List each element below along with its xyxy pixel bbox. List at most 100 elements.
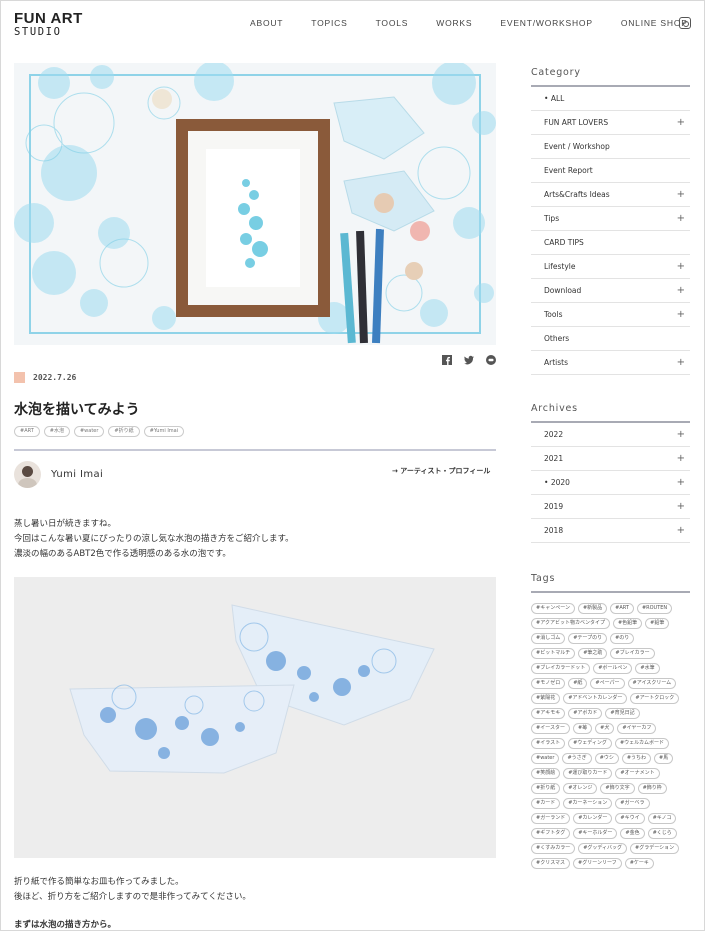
category-item[interactable]: FUN ART LOVERS +	[531, 111, 690, 135]
nav-event-workshop[interactable]: EVENT/WORKSHOP	[500, 18, 592, 28]
tag-chip[interactable]: #クリスマス	[531, 858, 571, 869]
archive-item[interactable]: 2022 +	[531, 423, 690, 447]
tag-chip[interactable]: #ペーパー	[590, 678, 625, 689]
tag-chip[interactable]: #笑顔絵	[531, 768, 561, 779]
tag-chip[interactable]: #カレンダー	[573, 813, 613, 824]
tag-chip[interactable]: #ブレイカラードット	[531, 663, 591, 674]
nav-about[interactable]: ABOUT	[250, 18, 283, 28]
tag-chip[interactable]: #イラスト	[531, 738, 566, 749]
tag-chip[interactable]: #苺	[572, 723, 593, 734]
tag-chip[interactable]: #水筆	[635, 663, 660, 674]
tag-chip[interactable]: #カーネーション	[563, 798, 613, 809]
post-tag[interactable]: #Yumi Imai	[143, 426, 185, 437]
tag-chip[interactable]: #アボカド	[568, 708, 603, 719]
expand-icon[interactable]: +	[677, 477, 685, 488]
tag-chip[interactable]: #アクアビット物カベンタイプ	[531, 618, 610, 629]
tag-chip[interactable]: #モノゼロ	[531, 678, 566, 689]
tag-chip[interactable]: #ボールペン	[593, 663, 633, 674]
tag-chip[interactable]: #くすみカラー	[531, 843, 576, 854]
tag-chip[interactable]: #ピットマルチ	[531, 648, 576, 659]
post-tag[interactable]: #水泡	[43, 426, 70, 437]
tag-chip[interactable]: #グリーンリーフ	[573, 858, 622, 869]
tag-chip[interactable]: #イースター	[531, 723, 570, 734]
tag-chip[interactable]: #キャンペーン	[531, 603, 575, 614]
tag-chip[interactable]: #オーナメント	[615, 768, 660, 779]
expand-icon[interactable]: +	[677, 429, 685, 440]
category-item[interactable]: Others	[531, 327, 690, 351]
tag-chip[interactable]: #アイスクリーム	[627, 678, 677, 689]
tag-chip[interactable]: #ウェルカムボード	[614, 738, 669, 749]
tag-chip[interactable]: #育児日記	[605, 708, 640, 719]
tag-chip[interactable]: #アートクロック	[630, 693, 680, 704]
tag-chip[interactable]: #グラデーション	[630, 843, 680, 854]
tag-chip[interactable]: #カード	[531, 798, 561, 809]
tag-chip[interactable]: #くじら	[647, 828, 677, 839]
tag-chip[interactable]: #イヤーカフ	[617, 723, 657, 734]
tag-chip[interactable]: #金色	[620, 828, 645, 839]
tag-chip[interactable]: #ギフトタグ	[531, 828, 571, 839]
nav-online-shop[interactable]: ONLINE SHOP	[621, 18, 688, 28]
tag-chip[interactable]: #飾り文字	[600, 783, 635, 794]
category-item[interactable]: Tools +	[531, 303, 690, 327]
category-item[interactable]: Event / Workshop	[531, 135, 690, 159]
tag-chip[interactable]: #オレンジ	[563, 783, 598, 794]
tag-chip[interactable]: #飾り枠	[637, 783, 667, 794]
tag-chip[interactable]: #キノコ	[647, 813, 677, 824]
tag-chip[interactable]: #犬	[595, 723, 615, 734]
expand-icon[interactable]: +	[677, 357, 685, 368]
tag-chip[interactable]: #消しゴム	[531, 633, 566, 644]
archive-item[interactable]: 2020 +	[531, 471, 690, 495]
category-item[interactable]: CARD TIPS	[531, 231, 690, 255]
expand-icon[interactable]: +	[677, 285, 685, 296]
tag-chip[interactable]: #キウイ	[615, 813, 645, 824]
tag-chip[interactable]: #アキモキ	[531, 708, 566, 719]
category-item[interactable]: Event Report	[531, 159, 690, 183]
tag-chip[interactable]: #のり	[610, 633, 635, 644]
tag-chip[interactable]: #折り紙	[531, 783, 561, 794]
tag-chip[interactable]: #うさぎ	[562, 753, 592, 764]
line-icon[interactable]	[486, 350, 496, 365]
tag-chip[interactable]: #アドベントカレンダー	[563, 693, 628, 704]
tag-chip[interactable]: #紫陽花	[531, 693, 561, 704]
tag-chip[interactable]: #ブレイカラー	[610, 648, 655, 659]
tag-chip[interactable]: #ウェディング	[568, 738, 612, 749]
expand-icon[interactable]: +	[677, 213, 685, 224]
tag-chip[interactable]: #テープのり	[568, 633, 608, 644]
tag-chip[interactable]: #ウシ	[594, 753, 619, 764]
tag-chip[interactable]: #ROUTEN	[636, 603, 673, 614]
expand-icon[interactable]: +	[677, 453, 685, 464]
category-item[interactable]: Lifestyle +	[531, 255, 690, 279]
expand-icon[interactable]: +	[677, 309, 685, 320]
tag-chip[interactable]: #グッディバッグ	[578, 843, 628, 854]
tag-chip[interactable]: #ケーキ	[624, 858, 654, 869]
tag-chip[interactable]: #運び取りカード	[563, 768, 613, 779]
category-item[interactable]: Arts&Crafts Ideas +	[531, 183, 690, 207]
nav-tools[interactable]: TOOLS	[376, 18, 409, 28]
post-tag[interactable]: #ART	[14, 426, 40, 437]
nav-works[interactable]: WORKS	[436, 18, 472, 28]
post-tag[interactable]: #折り紙	[108, 426, 140, 437]
expand-icon[interactable]: +	[677, 117, 685, 128]
tag-chip[interactable]: #ガーベラ	[615, 798, 650, 809]
tag-chip[interactable]: #うちわ	[621, 753, 652, 764]
tag-chip[interactable]: #ART	[610, 603, 634, 614]
twitter-icon[interactable]	[464, 350, 474, 365]
tag-chip[interactable]: #ガーランド	[531, 813, 571, 824]
category-item[interactable]: Tips +	[531, 207, 690, 231]
expand-icon[interactable]: +	[677, 501, 685, 512]
expand-icon[interactable]: +	[677, 525, 685, 536]
archive-item[interactable]: 2021 +	[531, 447, 690, 471]
tag-chip[interactable]: #新製品	[577, 603, 608, 614]
archive-item[interactable]: 2019 +	[531, 495, 690, 519]
tag-chip[interactable]: #キーホルダー	[573, 828, 618, 839]
category-item[interactable]: Artists +	[531, 351, 690, 375]
category-item[interactable]: ALL	[531, 87, 690, 111]
expand-icon[interactable]: +	[677, 189, 685, 200]
tag-chip[interactable]: #筆之助	[578, 648, 608, 659]
instagram-icon[interactable]	[679, 17, 691, 29]
facebook-icon[interactable]	[442, 350, 452, 365]
site-logo[interactable]: FUN ART STUDIO	[14, 11, 83, 38]
nav-topics[interactable]: TOPICS	[311, 18, 347, 28]
tag-chip[interactable]: #馬	[654, 753, 674, 764]
category-item[interactable]: Download +	[531, 279, 690, 303]
